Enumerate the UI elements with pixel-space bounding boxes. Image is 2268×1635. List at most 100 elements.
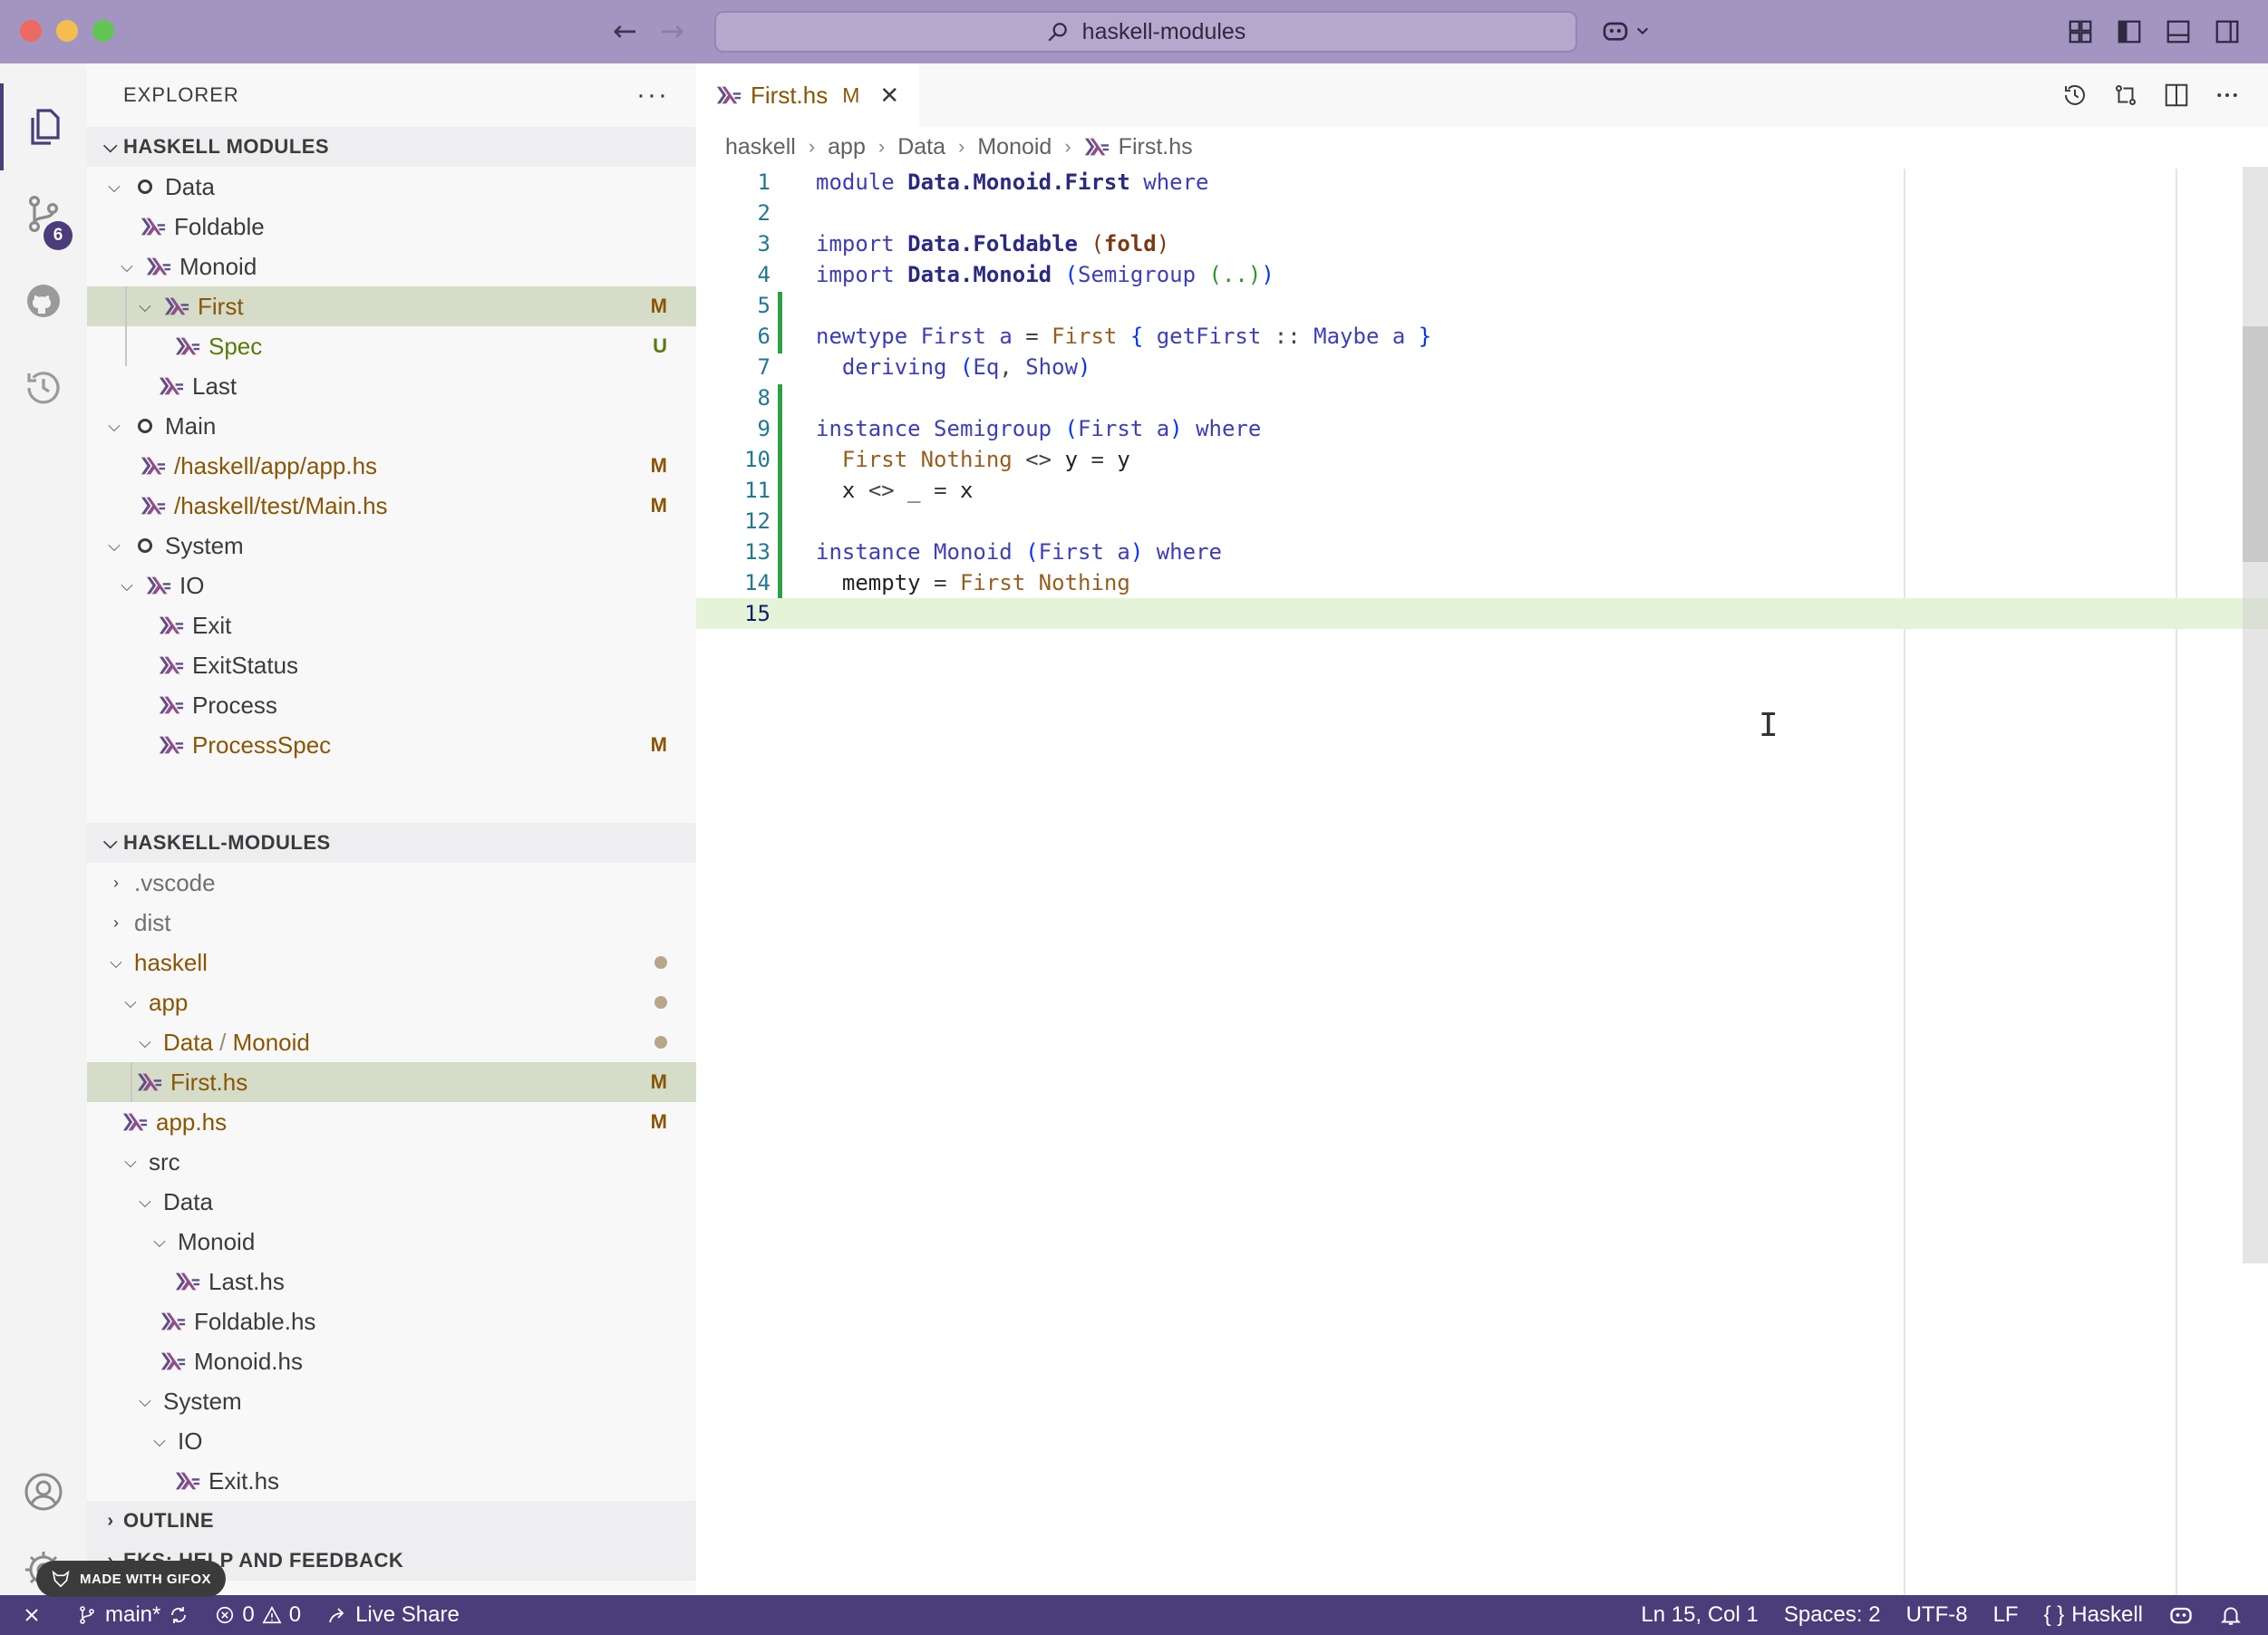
chevron-down-icon[interactable]: ⌵ (102, 178, 127, 197)
back-arrow-icon[interactable]: ← (613, 15, 637, 47)
forward-arrow-icon[interactable]: → (660, 15, 684, 47)
breadcrumb-item[interactable]: haskell (725, 134, 796, 160)
chevron-down-icon[interactable]: ⌵ (114, 257, 140, 276)
module-tree-item[interactable]: Exit (87, 605, 696, 645)
module-tree-item[interactable]: ⌵ Data (87, 167, 696, 207)
chevron-down-icon[interactable]: ⌵ (132, 1193, 158, 1212)
open-changes-icon[interactable] (2112, 82, 2139, 109)
chevron-down-icon[interactable]: ⌵ (132, 297, 158, 316)
module-tree-item[interactable]: ⌵ Monoid (87, 247, 696, 286)
timeline-activity[interactable] (0, 344, 87, 431)
chevron-down-icon[interactable]: ⌵ (118, 993, 143, 1012)
toggle-secondary-sidebar-icon[interactable] (2214, 18, 2241, 45)
tab-first-hs[interactable]: First.hs M ✕ (696, 63, 920, 127)
cursor-position[interactable]: Ln 15, Col 1 (1628, 1602, 1770, 1628)
close-window-button[interactable] (20, 20, 42, 42)
close-icon[interactable]: ✕ (879, 82, 899, 110)
chevron-down-icon[interactable]: ⌵ (114, 576, 140, 595)
files-icon (31, 109, 60, 145)
copilot-icon (1603, 22, 1628, 41)
file-tree-item[interactable]: ⌵ src (87, 1142, 696, 1182)
file-tree-item[interactable]: Foldable.hs (87, 1301, 696, 1341)
module-tree-item[interactable]: Process (87, 685, 696, 725)
toggle-primary-sidebar-icon[interactable] (2116, 18, 2143, 45)
chevron-down-icon[interactable]: ⌵ (132, 1392, 158, 1411)
accounts-activity[interactable] (0, 1448, 87, 1535)
problems-status[interactable]: 0 0 (202, 1602, 314, 1628)
customize-layout-icon[interactable] (2067, 18, 2094, 45)
code-editor[interactable]: 1 module Data.Monoid.First where 2 3 impor… (696, 167, 2268, 629)
copilot-status[interactable] (2156, 1602, 2206, 1628)
copilot-menu[interactable] (1601, 16, 1650, 45)
minimize-window-button[interactable] (56, 20, 78, 42)
end-of-line[interactable]: LF (1981, 1602, 2031, 1628)
module-tree-item[interactable]: Foldable (87, 207, 696, 247)
token: _ (907, 478, 921, 503)
module-tree-item[interactable]: /haskell/app/app.hs M (87, 446, 696, 486)
file-tree-item[interactable]: Exit.hs (87, 1461, 696, 1501)
chevron-right-icon[interactable]: › (103, 874, 129, 893)
module-tree-item[interactable]: Spec U (87, 326, 696, 366)
github-activity[interactable] (0, 257, 87, 344)
breadcrumb-item[interactable]: Monoid (977, 134, 1052, 160)
file-tree-item[interactable]: › .vscode (87, 863, 696, 903)
outline-section-header[interactable]: › OUTLINE (87, 1501, 696, 1541)
haskell-modules-section-header[interactable]: ⌵ HASKELL MODULES (87, 127, 696, 167)
module-tree-item[interactable]: ⌵ IO (87, 566, 696, 605)
module-tree-item[interactable]: ProcessSpec M (87, 725, 696, 765)
breadcrumb-item[interactable]: app (828, 134, 866, 160)
chevron-down-icon[interactable]: ⌵ (132, 1033, 158, 1052)
file-tree-item[interactable]: ⌵ Data (87, 1182, 696, 1222)
sync-icon[interactable] (168, 1604, 189, 1626)
chevron-right-icon[interactable]: › (103, 914, 129, 933)
zoom-window-button[interactable] (92, 20, 114, 42)
notifications[interactable] (2206, 1603, 2255, 1627)
haskell-file-icon (121, 1112, 149, 1132)
namespace-icon (138, 179, 152, 194)
haskell-file-icon (136, 1072, 163, 1092)
file-tree-item[interactable]: ⌵ IO (87, 1421, 696, 1461)
module-tree-item[interactable]: Last (87, 366, 696, 406)
breadcrumb-item[interactable]: First.hs (1119, 134, 1193, 160)
more-actions-icon[interactable]: ··· (636, 80, 669, 111)
module-tree-item[interactable]: ⌵ System (87, 526, 696, 566)
module-tree-item[interactable]: ExitStatus (87, 645, 696, 685)
source-control-activity[interactable]: 6 (0, 170, 87, 257)
indentation[interactable]: Spaces: 2 (1771, 1602, 1894, 1628)
git-branch-status[interactable]: main* (63, 1602, 202, 1628)
chevron-down-icon[interactable]: ⌵ (102, 537, 127, 556)
toggle-panel-icon[interactable] (2165, 18, 2192, 45)
chevron-down-icon[interactable]: ⌵ (147, 1432, 172, 1451)
chevron-down-icon[interactable]: ⌵ (118, 1153, 143, 1172)
workspace-section-header[interactable]: ⌵ HASKELL-MODULES (87, 823, 696, 863)
token: instance (816, 539, 921, 565)
encoding[interactable]: UTF-8 (1894, 1602, 1981, 1628)
file-tree-item[interactable]: ⌵ System (87, 1381, 696, 1421)
live-share-status[interactable]: Live Share (314, 1602, 472, 1628)
file-tree-item[interactable]: Last.hs (87, 1262, 696, 1301)
explorer-activity[interactable] (0, 83, 87, 170)
file-tree-item[interactable]: ⌵ Data / Monoid (87, 1022, 696, 1062)
warning-count: 0 (288, 1602, 302, 1627)
file-tree-item[interactable]: Monoid.hs (87, 1341, 696, 1381)
chevron-down-icon[interactable]: ⌵ (147, 1233, 172, 1252)
file-tree-item[interactable]: ⌵ app (87, 982, 696, 1022)
file-tree-item[interactable]: First.hs M (87, 1062, 696, 1102)
module-tree-item[interactable]: ⌵ First M (87, 286, 696, 326)
split-editor-icon[interactable] (2163, 82, 2190, 109)
more-actions-icon[interactable] (2214, 82, 2241, 109)
file-tree-item[interactable]: ⌵ Monoid (87, 1222, 696, 1262)
file-tree-item[interactable]: app.hs M (87, 1102, 696, 1142)
command-center[interactable]: haskell-modules (714, 11, 1577, 53)
file-tree-item[interactable]: › dist (87, 903, 696, 943)
scrollbar-slider[interactable] (2243, 326, 2268, 562)
timeline-history-icon[interactable] (2061, 82, 2089, 109)
language-mode[interactable]: { } Haskell (2031, 1602, 2156, 1628)
module-tree-item[interactable]: ⌵ Main (87, 406, 696, 446)
remote-indicator[interactable] (0, 1595, 63, 1635)
file-tree-item[interactable]: ⌵ haskell (87, 943, 696, 982)
module-tree-item[interactable]: /haskell/test/Main.hs M (87, 486, 696, 526)
breadcrumb-item[interactable]: Data (897, 134, 945, 160)
chevron-down-icon[interactable]: ⌵ (102, 417, 127, 436)
chevron-down-icon[interactable]: ⌵ (103, 953, 129, 972)
